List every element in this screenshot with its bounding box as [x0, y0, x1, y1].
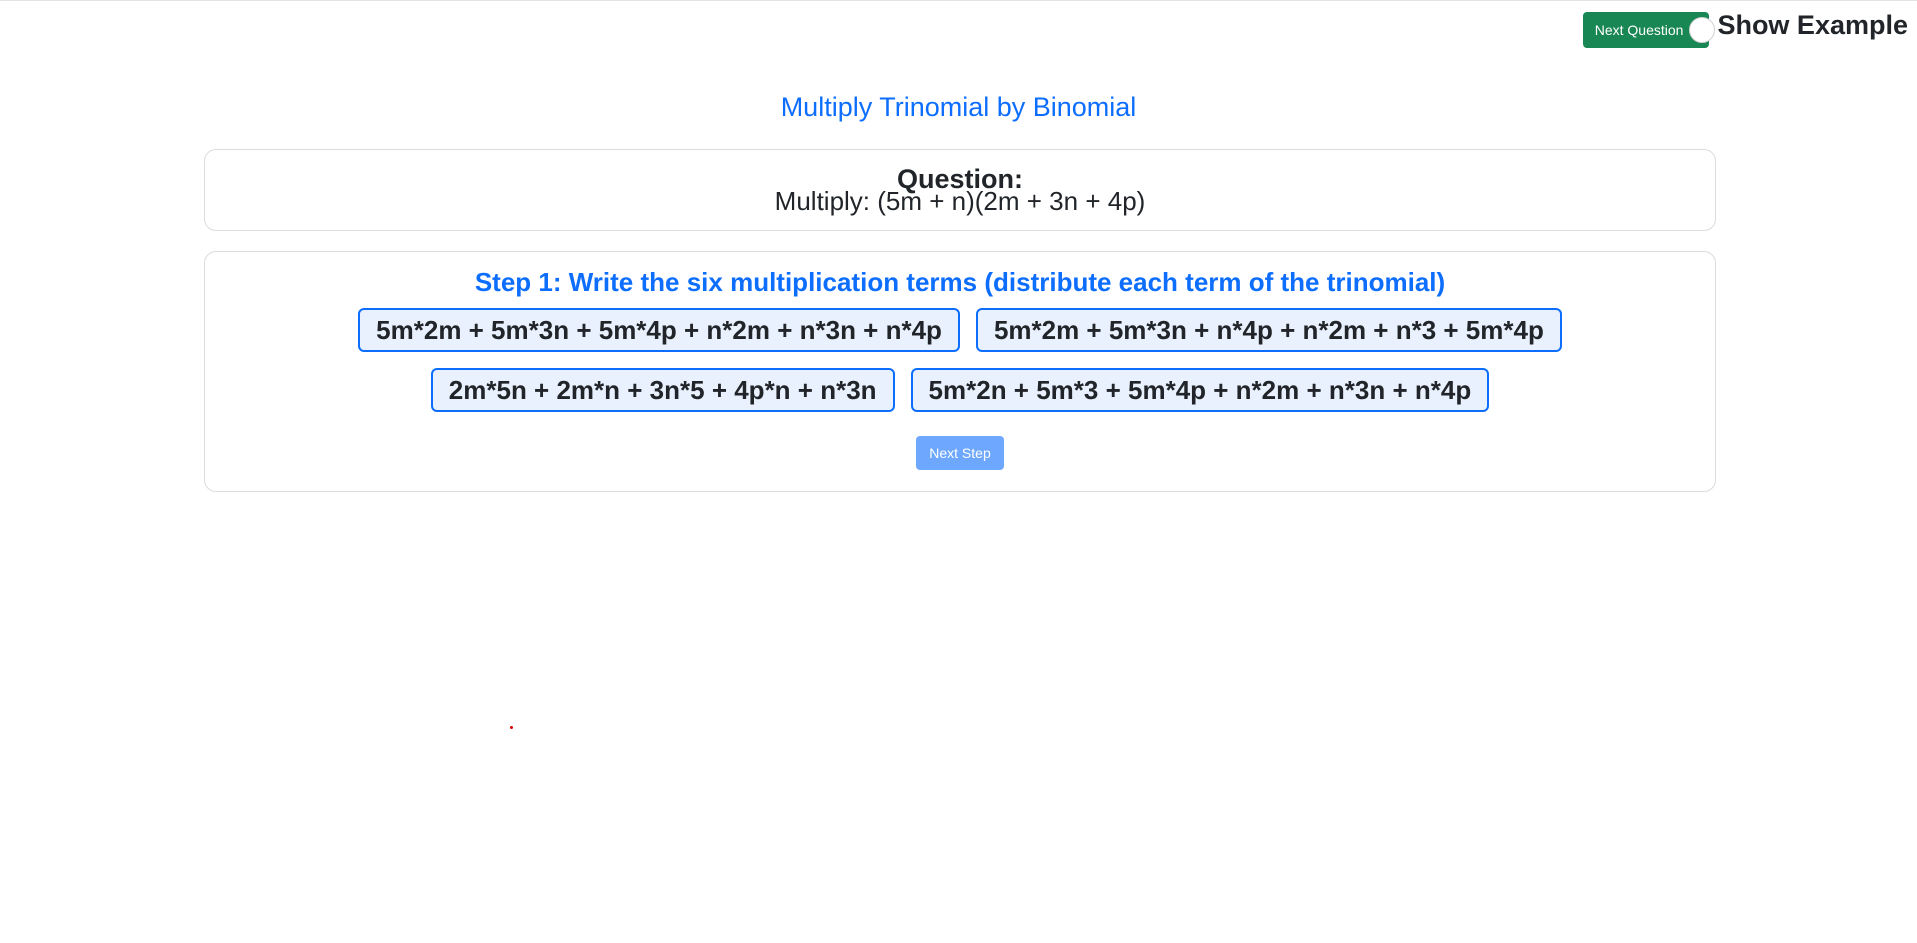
question-card: Question: Multiply: (5m + n)(2m + 3n + 4… [204, 149, 1716, 231]
show-example-toggle[interactable] [1689, 17, 1716, 43]
step-heading: Step 1: Write the six multiplication ter… [474, 267, 1446, 297]
show-example-label[interactable]: Show Example [1717, 12, 1908, 39]
answer-option-3[interactable]: 2m*5n + 2m*n + 3n*5 + 4p*n + n*3n [430, 368, 895, 412]
question-text: Multiply: (5m + n)(2m + 3n + 4p) [774, 186, 1146, 216]
top-controls: Next Question Show Example [1582, 12, 1908, 48]
next-question-label: Next Question [1594, 22, 1684, 38]
answer-options: 5m*2m + 5m*3n + 5m*4p + n*2m + n*3n + n*… [350, 308, 1570, 412]
step-card: Step 1: Write the six multiplication ter… [204, 251, 1716, 492]
next-step-button[interactable]: Next Step [916, 436, 1004, 470]
answer-option-4[interactable]: 5m*2n + 5m*3 + 5m*4p + n*2m + n*3n + n*4… [910, 368, 1490, 412]
answer-option-2[interactable]: 5m*2m + 5m*3n + n*4p + n*2m + n*3 + 5m*4… [975, 308, 1562, 352]
app-page: Next Question Show Example Multiply Trin… [0, 0, 1917, 943]
cursor-dot [510, 726, 513, 729]
next-question-button[interactable]: Next Question [1582, 12, 1716, 48]
page-title: Multiply Trinomial by Binomial [780, 92, 1137, 122]
answer-option-1[interactable]: 5m*2m + 5m*3n + 5m*4p + n*2m + n*3n + n*… [358, 308, 960, 352]
